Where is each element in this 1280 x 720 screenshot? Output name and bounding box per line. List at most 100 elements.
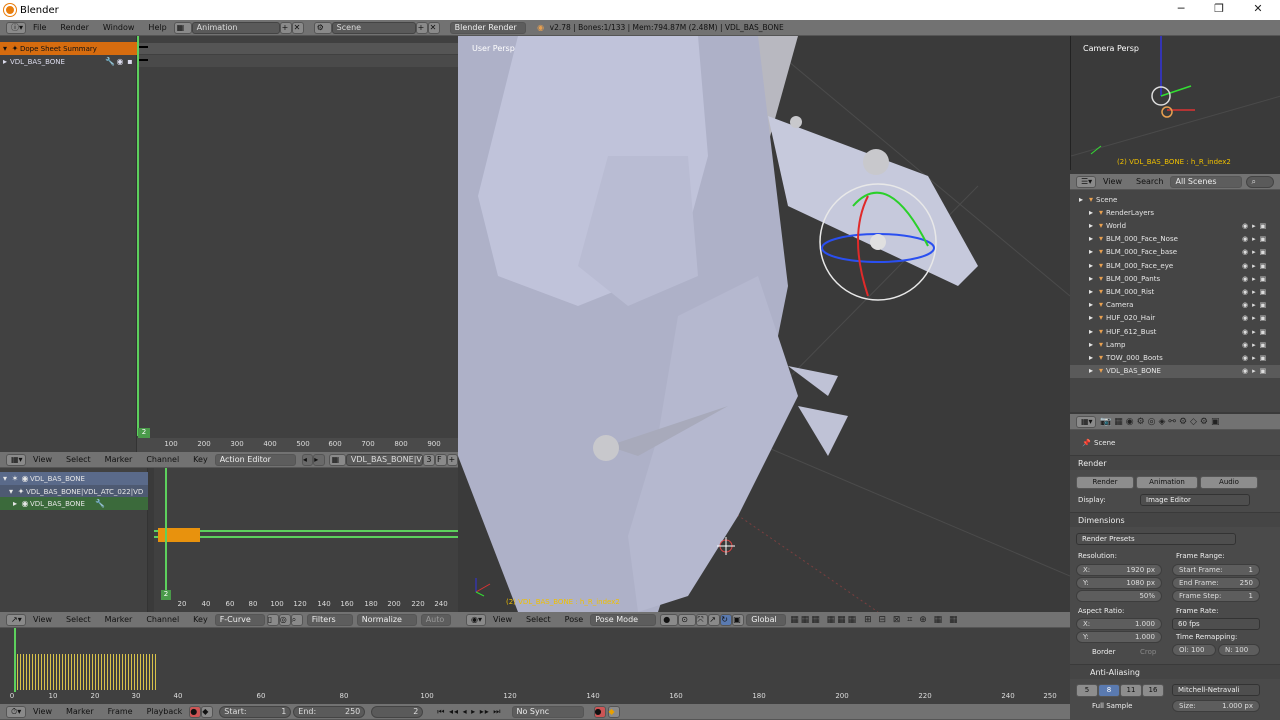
expand-arrow-icon[interactable]: ▸ bbox=[1086, 247, 1096, 257]
action-fake-user-icon[interactable]: F bbox=[435, 453, 447, 466]
3d-viewport[interactable]: User Persp (2) VDL_BAS_BONE : h_R_index2 bbox=[458, 36, 1070, 612]
resolution-y-field[interactable]: Y: 1080 px bbox=[1076, 577, 1162, 589]
ghost-icon[interactable]: ◎ bbox=[278, 613, 291, 626]
expand-arrow-icon[interactable]: ▸ bbox=[1086, 274, 1096, 284]
record-icon[interactable]: ● bbox=[189, 705, 202, 718]
sync-select[interactable]: No Sync bbox=[511, 705, 584, 718]
menu-search[interactable]: Search bbox=[1129, 177, 1170, 186]
menu-view[interactable]: View bbox=[26, 615, 59, 624]
dimensions-panel-header[interactable]: Dimensions bbox=[1070, 512, 1280, 527]
shading-icon[interactable]: ● bbox=[660, 613, 679, 626]
layer-buttons[interactable]: ▦▦▦ ▦▦▦ bbox=[790, 615, 858, 625]
expand-arrow-icon[interactable]: ▾ bbox=[6, 487, 16, 497]
remap-new-field[interactable]: N: 100 bbox=[1218, 644, 1260, 656]
filter-search-icon[interactable]: ⌕ bbox=[290, 613, 303, 626]
crop-checkbox[interactable]: Crop bbox=[1140, 648, 1156, 656]
outliner-item[interactable]: ▸ ▾ Lamp ◉▸▣ bbox=[1070, 338, 1280, 351]
start-frame-field[interactable]: Start Frame: 1 bbox=[1172, 564, 1260, 576]
visibility-icons[interactable]: ◉▸▣ bbox=[1242, 314, 1270, 322]
current-frame-field[interactable]: 2 bbox=[371, 705, 424, 718]
wrench-icon[interactable]: 🔧 bbox=[105, 57, 115, 67]
editor-type-graph-button[interactable]: ↗▾ bbox=[6, 613, 26, 626]
frame-step-field[interactable]: Frame Step: 1 bbox=[1172, 590, 1260, 602]
aa-samples-11[interactable]: 11 bbox=[1120, 684, 1142, 697]
expand-arrow-icon[interactable]: ▸ bbox=[0, 57, 10, 67]
scene-remove-icon[interactable]: ✕ bbox=[427, 21, 440, 34]
visibility-icons[interactable]: ◉▸▣ bbox=[1242, 328, 1270, 336]
action-add-icon[interactable]: + bbox=[446, 453, 459, 466]
menu-marker[interactable]: Marker bbox=[98, 455, 140, 464]
menu-marker[interactable]: Marker bbox=[98, 615, 140, 624]
render-presets-select[interactable]: Render Presets bbox=[1076, 533, 1236, 545]
pivot-icon[interactable]: ⊙ bbox=[678, 613, 697, 626]
keyingset-icon[interactable]: ◆ bbox=[607, 705, 620, 718]
menu-select[interactable]: Select bbox=[59, 615, 98, 624]
keyframe-icon[interactable]: ◆ bbox=[201, 705, 214, 718]
visibility-icons[interactable]: ◉▸▣ bbox=[1242, 275, 1270, 283]
expand-arrow-icon[interactable]: ▸ bbox=[1086, 208, 1096, 218]
outliner-item[interactable]: ▸ ▾ VDL_BAS_BONE ◉▸▣ bbox=[1070, 364, 1280, 378]
mute-icon[interactable]: ◉ bbox=[115, 57, 125, 67]
rotate-icon[interactable]: ↻ bbox=[720, 613, 733, 626]
editor-type-info-button[interactable]: ⓘ▾ bbox=[6, 21, 26, 34]
menu-playback[interactable]: Playback bbox=[140, 707, 190, 716]
layout-browse-icon[interactable]: ▦ bbox=[173, 21, 192, 34]
normalize-toggle[interactable]: Normalize bbox=[356, 613, 417, 626]
expand-arrow-icon[interactable]: ▸ bbox=[1076, 195, 1086, 205]
filters-button[interactable]: Filters bbox=[306, 613, 353, 626]
expand-arrow-icon[interactable]: ▸ bbox=[1086, 221, 1096, 231]
visibility-icons[interactable]: ◉▸▣ bbox=[1242, 354, 1270, 362]
manipulator-icon[interactable]: ⤧ bbox=[696, 613, 709, 626]
push-down-icon[interactable]: ◂ bbox=[301, 453, 314, 466]
end-frame-field[interactable]: End: 250 bbox=[293, 705, 366, 718]
layout-field[interactable]: Animation bbox=[191, 21, 280, 34]
action-field[interactable]: VDL_BAS_BONE|VD... bbox=[345, 453, 424, 466]
outliner-item[interactable]: ▸ ▾ Scene bbox=[1070, 193, 1280, 206]
expand-arrow-icon[interactable]: ▸ bbox=[1086, 261, 1096, 271]
anti-aliasing-panel-header[interactable]: Anti-Aliasing bbox=[1070, 664, 1280, 679]
expand-arrow-icon[interactable]: ▾ bbox=[0, 44, 10, 54]
outliner-item[interactable]: ▸ ▾ BLM_000_Face_base ◉▸▣ bbox=[1070, 246, 1280, 259]
pin-icon[interactable]: ▯ bbox=[266, 613, 279, 626]
expand-arrow-icon[interactable]: ▸ bbox=[1086, 353, 1096, 363]
visibility-icons[interactable]: ◉▸▣ bbox=[1242, 367, 1270, 375]
menu-key[interactable]: Key bbox=[186, 615, 215, 624]
minimize-button[interactable]: ─ bbox=[1166, 2, 1196, 18]
menu-view[interactable]: View bbox=[1096, 177, 1129, 186]
menu-marker[interactable]: Marker bbox=[59, 707, 101, 716]
menu-render[interactable]: Render bbox=[53, 23, 95, 32]
aa-filter-select[interactable]: Mitchell-Netravali bbox=[1172, 684, 1260, 696]
autokey-icon[interactable]: ● bbox=[593, 705, 606, 718]
playback-controls[interactable]: ⏮ ◂◂ ◂ ▸ ▸▸ ⏭ bbox=[437, 707, 501, 717]
visibility-icons[interactable]: ◉▸▣ bbox=[1242, 235, 1270, 243]
expand-arrow-icon[interactable]: ▸ bbox=[1086, 340, 1096, 350]
action-users-count[interactable]: 3 bbox=[423, 453, 436, 466]
action-object-row[interactable]: ▾ ✶ ◉ VDL_BAS_BONE bbox=[0, 472, 148, 485]
outliner-item[interactable]: ▸ ▾ World ◉▸▣ bbox=[1070, 219, 1280, 232]
outliner-item[interactable]: ▸ ▾ Camera ◉▸▣ bbox=[1070, 299, 1280, 312]
aa-samples-5[interactable]: 5 bbox=[1076, 684, 1098, 697]
border-checkbox[interactable]: Border bbox=[1092, 648, 1115, 656]
outliner-item[interactable]: ▸ ▾ HUF_020_Hair ◉▸▣ bbox=[1070, 312, 1280, 325]
render-button[interactable]: Render bbox=[1076, 476, 1134, 489]
outliner[interactable]: ▸ ▾ Scene ▸ ▾ RenderLayers ▸ ▾ World ◉▸▣ ▸ ▾ BLM_000… bbox=[1070, 190, 1280, 412]
outliner-item[interactable]: ▸ ▾ HUF_612_Bust ◉▸▣ bbox=[1070, 325, 1280, 338]
menu-key[interactable]: Key bbox=[186, 455, 215, 464]
render-engine-select[interactable]: Blender Render bbox=[449, 21, 526, 34]
orientation-select[interactable]: Global bbox=[746, 613, 787, 626]
aa-samples-16[interactable]: 16 bbox=[1142, 684, 1164, 697]
menu-view[interactable]: View bbox=[26, 455, 59, 464]
dopesheet-mode-select[interactable]: Action Editor bbox=[214, 453, 296, 466]
editor-type-properties-button[interactable]: ▦▾ bbox=[1076, 415, 1096, 428]
start-frame-field[interactable]: Start: 1 bbox=[219, 705, 292, 718]
properties-context-icons[interactable]: 📷▦◉⚙◎◈⚯⚙◇⚙▣ bbox=[1100, 417, 1223, 427]
expand-arrow-icon[interactable]: ▸ bbox=[1086, 327, 1096, 337]
stash-icon[interactable]: ▸ bbox=[313, 453, 325, 466]
render-panel-header[interactable]: Render bbox=[1070, 455, 1280, 470]
visibility-icons[interactable]: ◉▸▣ bbox=[1242, 222, 1270, 230]
outliner-item[interactable]: ▸ ▾ TOW_000_Boots ◉▸▣ bbox=[1070, 351, 1280, 364]
properties-pin-icon[interactable]: 📌 bbox=[1082, 439, 1091, 447]
current-frame-indicator[interactable]: 2 bbox=[161, 590, 171, 600]
graph-mode-select[interactable]: F-Curve bbox=[214, 613, 265, 626]
current-frame-indicator[interactable]: 2 bbox=[138, 428, 150, 438]
